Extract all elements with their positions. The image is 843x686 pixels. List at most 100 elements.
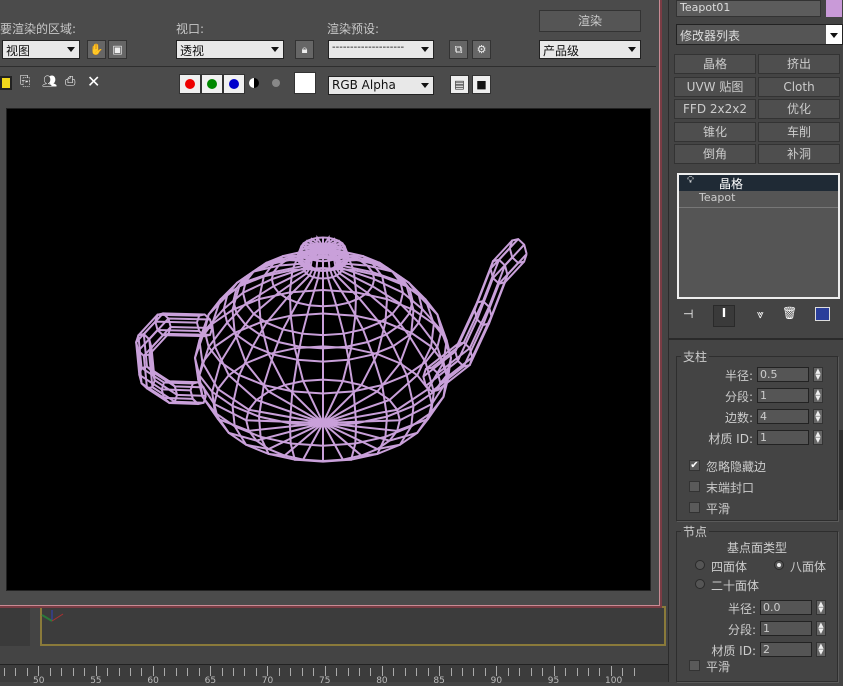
stack-item-lattice[interactable]: 💡︎ 晶格 bbox=[679, 175, 838, 191]
clone-icon[interactable]: 👥︎ bbox=[42, 74, 57, 88]
modifier-button[interactable]: 补洞 bbox=[758, 144, 840, 164]
spinner-input[interactable]: 0.0 bbox=[760, 600, 812, 615]
green-channel-button[interactable] bbox=[201, 74, 223, 94]
timeline-tick bbox=[610, 666, 612, 676]
viewport-below[interactable] bbox=[40, 606, 666, 646]
checkbox[interactable] bbox=[689, 481, 700, 492]
teapot-wireframe bbox=[135, 235, 528, 463]
spinner-arrows[interactable]: ▲ ▼ bbox=[816, 642, 826, 657]
spinner-input[interactable]: 4 bbox=[757, 409, 809, 424]
modifier-button[interactable]: UVW 贴图 bbox=[674, 76, 756, 97]
timeline-label: 75 bbox=[319, 676, 331, 686]
panel-divider bbox=[669, 338, 843, 340]
color-swatch[interactable] bbox=[294, 72, 316, 94]
timeline[interactable]: 50 55 60 65 70 75 80 85 90 95 100 bbox=[0, 664, 668, 686]
timeline-tick bbox=[324, 666, 326, 676]
object-color-swatch[interactable] bbox=[826, 0, 842, 17]
radio-button[interactable] bbox=[695, 560, 705, 570]
timeline-tick bbox=[576, 668, 578, 676]
alpha-icon[interactable] bbox=[249, 78, 259, 88]
area-value: 视图 bbox=[6, 44, 31, 58]
modifier-button[interactable]: 晶格 bbox=[674, 54, 756, 74]
checkbox[interactable] bbox=[689, 502, 700, 513]
timeline-tick bbox=[313, 668, 315, 676]
spinner-arrows[interactable]: ▲ ▼ bbox=[816, 600, 826, 615]
stack-item-teapot[interactable]: Teapot bbox=[679, 191, 838, 208]
radio-button[interactable] bbox=[774, 560, 784, 570]
timeline-tick bbox=[26, 668, 28, 676]
load-preset-icon[interactable]: ⧉ bbox=[449, 40, 468, 59]
quality-dropdown[interactable]: 产品级 bbox=[539, 40, 641, 59]
modifier-button[interactable]: 锥化 bbox=[674, 121, 756, 142]
pin-stack-icon[interactable]: ⊣ bbox=[683, 307, 693, 321]
close-icon[interactable]: ✕ bbox=[87, 72, 100, 91]
scrollbar[interactable] bbox=[839, 430, 843, 510]
checkbox[interactable]: ✔ bbox=[689, 460, 700, 471]
axis-gizmo-icon bbox=[41, 610, 64, 622]
timeline-tick bbox=[61, 668, 63, 676]
timeline-tick bbox=[129, 668, 131, 676]
print-icon[interactable]: ⎙ bbox=[65, 74, 75, 89]
spinner-input[interactable]: 1 bbox=[757, 388, 809, 403]
timeline-tick bbox=[301, 668, 303, 676]
settings-icon[interactable]: ⚙ bbox=[472, 40, 491, 59]
make-unique-icon[interactable]: ⩔ bbox=[757, 307, 764, 322]
show-end-result-icon[interactable]: I bbox=[713, 305, 735, 327]
spinner-arrows[interactable]: ▲ ▼ bbox=[813, 409, 823, 424]
modifier-button[interactable]: 车削 bbox=[758, 121, 840, 142]
radio-label: 八面体 bbox=[790, 560, 827, 574]
timeline-tick bbox=[462, 668, 463, 676]
modifier-stack[interactable]: 💡︎ 晶格 Teapot bbox=[677, 173, 840, 299]
spinner-input[interactable]: 1 bbox=[760, 621, 812, 636]
timeline-tick bbox=[599, 668, 601, 676]
blue-channel-button[interactable] bbox=[223, 74, 245, 94]
configure-sets-icon[interactable] bbox=[815, 307, 830, 321]
timeline-tick bbox=[519, 668, 521, 676]
radio-button[interactable] bbox=[695, 579, 705, 589]
spinner-input[interactable]: 2 bbox=[760, 642, 812, 657]
modifier-button[interactable]: FFD 2x2x2 bbox=[674, 99, 756, 119]
spinner-input[interactable]: 0.5 bbox=[757, 367, 809, 382]
timeline-tick bbox=[244, 668, 246, 676]
area-label: 要渲染的区域: bbox=[0, 22, 77, 36]
modifier-button[interactable]: 优化 bbox=[758, 99, 840, 119]
render-button[interactable]: 渲染 bbox=[539, 10, 641, 32]
modifier-button[interactable]: Cloth bbox=[758, 76, 840, 97]
timeline-tick bbox=[221, 668, 223, 676]
spinner-arrows[interactable]: ▲ ▼ bbox=[813, 388, 823, 403]
viewport-dropdown[interactable]: 透视 bbox=[176, 40, 284, 59]
channel-dropdown[interactable]: RGB Alpha bbox=[328, 76, 434, 95]
hand-icon[interactable]: ✋ bbox=[87, 40, 106, 59]
lock-icon[interactable]: 🔒︎ bbox=[295, 40, 314, 59]
field-label: 半径: bbox=[727, 602, 756, 616]
save-icon[interactable] bbox=[0, 76, 12, 90]
region-icon[interactable]: ▣ bbox=[108, 40, 127, 59]
modifier-button[interactable]: 倒角 bbox=[674, 144, 756, 164]
preset-dropdown[interactable]: -------------------- bbox=[328, 40, 434, 59]
mono-icon[interactable] bbox=[272, 79, 280, 87]
copy-icon[interactable]: ⎘ bbox=[20, 74, 30, 89]
left-viewport[interactable] bbox=[0, 606, 30, 646]
field-label: 半径: bbox=[724, 369, 753, 383]
spinner-arrows[interactable]: ▲ ▼ bbox=[813, 367, 823, 382]
struts-title: 支柱 bbox=[681, 348, 710, 365]
chevron-down-icon bbox=[421, 83, 429, 88]
spinner-arrows[interactable]: ▲ ▼ bbox=[813, 430, 823, 445]
red-channel-button[interactable] bbox=[179, 74, 201, 94]
modifier-list-dropdown[interactable]: 修改器列表 bbox=[676, 24, 843, 45]
area-dropdown[interactable]: 视图 bbox=[2, 40, 80, 59]
remove-modifier-icon[interactable]: 🗑︎ bbox=[782, 306, 797, 320]
smooth-checkbox[interactable] bbox=[689, 660, 700, 671]
timeline-tick bbox=[633, 668, 635, 676]
timeline-tick bbox=[553, 666, 555, 676]
lightbulb-icon[interactable]: 💡︎ bbox=[687, 175, 694, 186]
clear-icon[interactable]: ■ bbox=[472, 75, 491, 94]
modifier-button[interactable]: 挤出 bbox=[758, 54, 840, 74]
checkbox-label: 平滑 bbox=[706, 660, 731, 674]
spinner-input[interactable]: 1 bbox=[757, 430, 809, 445]
timeline-tick bbox=[473, 668, 475, 676]
timeline-tick bbox=[95, 666, 97, 676]
spinner-arrows[interactable]: ▲ ▼ bbox=[816, 621, 826, 636]
overlay-icon[interactable]: ▤ bbox=[450, 75, 469, 94]
object-name-field[interactable]: Teapot01 bbox=[676, 0, 821, 17]
